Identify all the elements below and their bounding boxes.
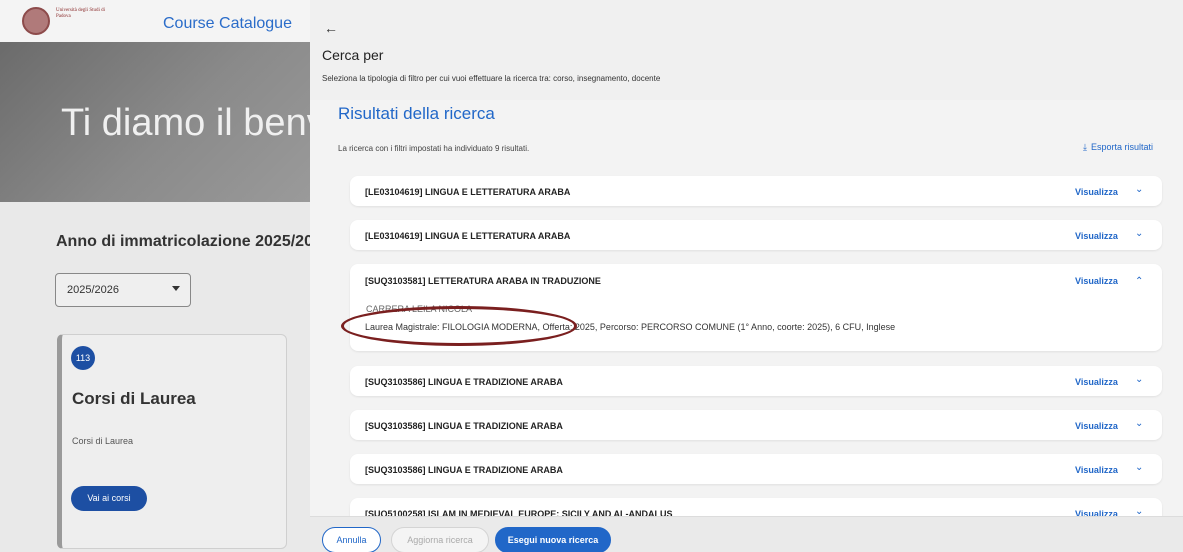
card-title: Corsi di Laurea <box>72 389 196 408</box>
result-row[interactable]: [SUQ3103586] LINGUA E TRADIZIONE ARABA V… <box>350 366 1162 396</box>
panel-title: Cerca per <box>322 47 384 63</box>
result-row[interactable]: [SUQ3103586] LINGUA E TRADIZIONE ARABA V… <box>350 454 1162 484</box>
result-title: [SUQ3103586] LINGUA E TRADIZIONE ARABA <box>365 421 563 431</box>
result-title: [LE03104619] LINGUA E LETTERATURA ARABA <box>365 231 571 241</box>
results-count-text: La ricerca con i filtri impostati ha ind… <box>338 144 530 153</box>
view-link[interactable]: Visualizza <box>1075 187 1118 197</box>
search-panel: ← Cerca per Seleziona la tipologia di fi… <box>310 0 1183 552</box>
chevron-up-icon[interactable]: ⌃ <box>1135 276 1143 287</box>
background-page: Università degli Studi di Padova Course … <box>0 0 310 552</box>
view-link[interactable]: Visualizza <box>1075 465 1118 475</box>
result-title: [SUQ3103586] LINGUA E TRADIZIONE ARABA <box>365 377 563 387</box>
download-icon: ⤓ <box>1083 142 1087 152</box>
count-badge: 113 <box>71 346 95 370</box>
result-title: [SUQ3103581] LETTERATURA ARABA IN TRADUZ… <box>365 276 601 286</box>
hero-banner: Ti diamo il benv <box>0 42 310 202</box>
view-link[interactable]: Visualizza <box>1075 276 1118 286</box>
chevron-down-icon[interactable]: ⌄ <box>1135 418 1143 429</box>
result-row[interactable]: [SUQ3103586] LINGUA E TRADIZIONE ARABA V… <box>350 410 1162 440</box>
chevron-down-icon[interactable]: ⌄ <box>1135 228 1143 239</box>
new-search-button[interactable]: Esegui nuova ricerca <box>495 527 611 552</box>
view-link[interactable]: Visualizza <box>1075 377 1118 387</box>
go-to-courses-button[interactable]: Vai ai corsi <box>71 486 147 511</box>
chevron-down-icon[interactable]: ⌄ <box>1135 462 1143 473</box>
export-results-link[interactable]: ⤓ Esporta risultati <box>1083 142 1153 153</box>
result-title: [SUQ3103586] LINGUA E TRADIZIONE ARABA <box>365 465 563 475</box>
view-link[interactable]: Visualizza <box>1075 421 1118 431</box>
university-logo-text: Università degli Studi di Padova <box>56 8 106 19</box>
panel-header: ← Cerca per Seleziona la tipologia di fi… <box>310 0 1183 100</box>
site-header: Università degli Studi di Padova Course … <box>0 0 310 42</box>
year-select-value: 2025/2026 <box>67 284 119 296</box>
cancel-button[interactable]: Annulla <box>322 527 381 552</box>
back-arrow-icon[interactable]: ← <box>324 20 338 36</box>
annotation-ellipse <box>341 306 577 346</box>
panel-footer: Annulla Aggiorna ricerca Esegui nuova ri… <box>310 516 1183 552</box>
update-search-button[interactable]: Aggiorna ricerca <box>391 527 489 552</box>
chevron-down-icon[interactable]: ⌄ <box>1135 184 1143 195</box>
export-results-label: Esporta risultati <box>1090 142 1154 152</box>
results-title: Risultati della ricerca <box>338 104 495 123</box>
result-title: [LE03104619] LINGUA E LETTERATURA ARABA <box>365 187 571 197</box>
year-select[interactable]: 2025/2026 <box>55 273 191 307</box>
result-row[interactable]: [LE03104619] LINGUA E LETTERATURA ARABA … <box>350 176 1162 206</box>
hero-text: Ti diamo il benv <box>61 102 310 144</box>
degree-card: 113 Corsi di Laurea Corsi di Laurea Vai … <box>57 334 287 549</box>
panel-description: Seleziona la tipologia di filtro per cui… <box>322 74 661 83</box>
site-title[interactable]: Course Catalogue <box>163 15 292 33</box>
enrollment-year-heading: Anno di immatricolazione 2025/20: <box>56 233 310 250</box>
result-row[interactable]: [LE03104619] LINGUA E LETTERATURA ARABA … <box>350 220 1162 250</box>
chevron-down-icon[interactable]: ⌄ <box>1135 374 1143 385</box>
view-link[interactable]: Visualizza <box>1075 231 1118 241</box>
card-subtitle: Corsi di Laurea <box>72 436 134 446</box>
university-logo-icon <box>22 7 50 35</box>
caret-down-icon <box>172 286 180 291</box>
